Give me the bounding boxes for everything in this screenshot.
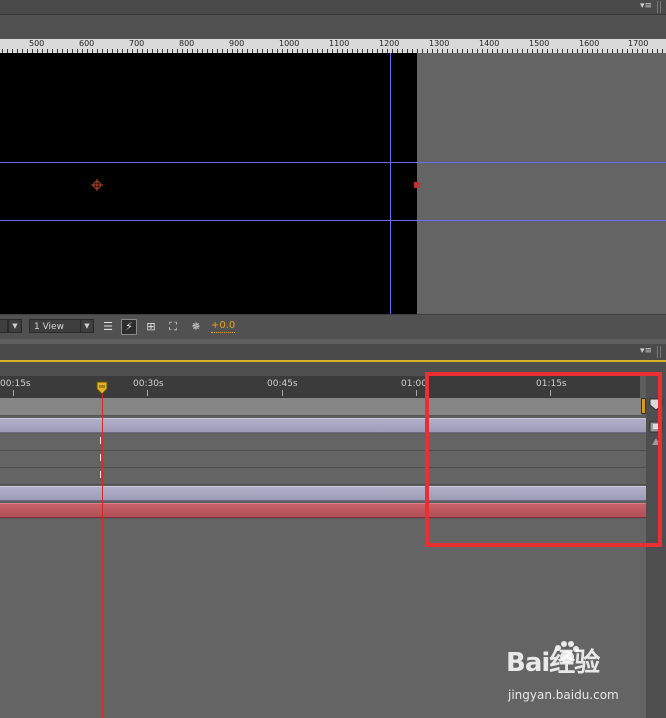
panel-grip-icon[interactable] (657, 1, 663, 13)
time-label: 00:15s (0, 379, 31, 389)
time-tick (282, 390, 283, 396)
viewer-overlay (0, 53, 666, 314)
panel-grip-icon[interactable] (657, 346, 663, 358)
panel-menu-icon[interactable]: ▾≡ (640, 1, 652, 11)
highlight-box (425, 372, 662, 547)
timeline-panel-header: ▾≡ (0, 344, 666, 360)
ruler-label: 500 (29, 39, 45, 48)
ruler-label: 1500 (529, 39, 550, 48)
fast-preview-icon[interactable]: ⚡ (121, 319, 137, 335)
ruler-label: 700 (129, 39, 145, 48)
transparency-grid-icon[interactable]: ⊞ (143, 319, 159, 335)
exposure-value[interactable]: +0.0 (211, 320, 236, 333)
time-label: 00:30s (133, 379, 164, 389)
ruler-label: 800 (179, 39, 195, 48)
watermark: Bai经验 jingyan.baidu.com (506, 640, 666, 710)
reset-exposure-icon[interactable]: ✵ (188, 319, 204, 335)
ruler-label: 1600 (579, 39, 600, 48)
time-tick (13, 390, 14, 396)
view-layout-dropdown[interactable]: 1 View (29, 319, 81, 333)
panel-menu-icon[interactable]: ▾≡ (640, 346, 652, 356)
ruler-label: 1700 (628, 39, 649, 48)
ruler-label: 900 (229, 39, 245, 48)
viewer-top-bar (0, 15, 666, 39)
chevron-down-icon[interactable]: ▼ (8, 319, 22, 333)
current-time-indicator-icon[interactable] (96, 381, 108, 395)
anchor-point-icon[interactable] (91, 179, 103, 191)
time-label: 01:00 (401, 379, 427, 389)
ruler-label: 1100 (329, 39, 350, 48)
current-time-line (102, 392, 103, 718)
ruler-label: 1300 (429, 39, 450, 48)
watermark-site: jingyan.baidu.com (508, 688, 619, 702)
ruler-label: 600 (79, 39, 95, 48)
time-tick (416, 390, 417, 396)
viewer-panel-header: ▾≡ (0, 0, 666, 15)
ruler-label: 1200 (379, 39, 400, 48)
flowchart-icon[interactable]: ⛶ (165, 319, 181, 335)
ruler-label: 1000 (279, 39, 300, 48)
grid-icon[interactable]: ☰ (100, 319, 116, 335)
ruler-label: 1400 (479, 39, 500, 48)
watermark-brand: Bai经验 (506, 648, 600, 678)
camera-dropdown[interactable] (0, 319, 8, 333)
chevron-down-icon[interactable]: ▼ (80, 319, 94, 333)
time-tick (147, 390, 148, 396)
viewer-toolbar: ▼ 1 View ▼ ☰ ⚡ ⊞ ⛶ ✵ +0.0 (0, 314, 666, 339)
layer-handle-icon[interactable] (414, 182, 420, 188)
horizontal-ruler[interactable]: 500 600 700 800 900 1000 1100 1200 1300 … (0, 39, 666, 53)
time-label: 00:45s (267, 379, 298, 389)
